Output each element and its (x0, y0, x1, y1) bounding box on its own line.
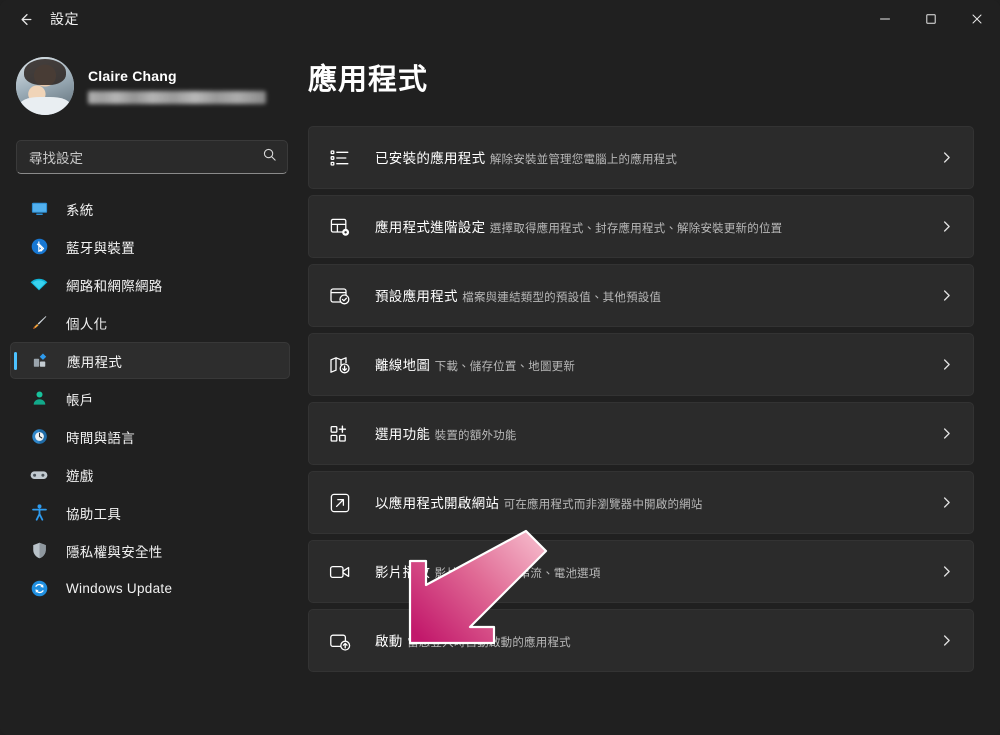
search-placeholder: 尋找設定 (29, 151, 83, 166)
open-websites-icon (327, 490, 353, 516)
gamepad-icon (28, 464, 50, 486)
search-icon (262, 147, 277, 167)
back-button[interactable] (8, 4, 42, 34)
sidebar-item-label: 個人化 (66, 316, 108, 332)
title-bar: 設定 (0, 0, 1000, 38)
card-subtitle: 裝置的額外功能 (434, 430, 517, 442)
settings-card-advanced-app-settings[interactable]: 應用程式進階設定 選擇取得應用程式、封存應用程式、解除安裝更新的位置 (308, 195, 974, 258)
sidebar-nav: 系統 藍牙與裝置 網路和網際網路 個人化 應用程式 帳戶 時間與語言 遊戲 協助… (10, 190, 290, 607)
avatar (16, 57, 74, 115)
paintbrush-icon (28, 312, 50, 334)
card-title: 影片播放 (375, 565, 431, 580)
update-icon (28, 578, 50, 600)
settings-card-open-websites[interactable]: 以應用程式開啟網站 可在應用程式而非瀏覽器中開啟的網站 (308, 471, 974, 534)
sidebar-item-privacy-security[interactable]: 隱私權與安全性 (10, 532, 290, 569)
card-subtitle: 解除安裝並管理您電腦上的應用程式 (489, 154, 678, 166)
shield-icon (28, 540, 50, 562)
card-title: 啟動 (375, 634, 403, 649)
card-title: 選用功能 (375, 427, 431, 442)
sidebar-item-label: 應用程式 (67, 354, 123, 370)
optional-features-icon (327, 421, 353, 447)
search-input[interactable]: 尋找設定 (16, 140, 288, 174)
apps-icon (29, 350, 51, 372)
settings-window: 設定 Claire Chang 尋找設定 系統 藍牙與裝置 網路和網際網路 個人… (0, 0, 1000, 735)
settings-card-offline-maps[interactable]: 離線地圖 下載、儲存位置、地圖更新 (308, 333, 974, 396)
sidebar-item-gaming[interactable]: 遊戲 (10, 456, 290, 493)
settings-card-installed-apps[interactable]: 已安裝的應用程式 解除安裝並管理您電腦上的應用程式 (308, 126, 974, 189)
accessibility-icon (28, 502, 50, 524)
window-controls (862, 0, 1000, 38)
advanced-app-settings-icon (327, 214, 353, 240)
card-subtitle: 選擇取得應用程式、封存應用程式、解除安裝更新的位置 (489, 223, 783, 235)
chevron-right-icon[interactable] (933, 214, 959, 240)
main-content: 應用程式 已安裝的應用程式 解除安裝並管理您電腦上的應用程式 應用程式進階設定 … (300, 38, 1000, 735)
account-icon (28, 388, 50, 410)
profile-email-redacted (88, 91, 266, 104)
maximize-button[interactable] (908, 0, 954, 38)
sidebar-item-label: 遊戲 (66, 468, 94, 484)
card-subtitle: 可在應用程式而非瀏覽器中開啟的網站 (503, 499, 703, 511)
close-button[interactable] (954, 0, 1000, 38)
chevron-right-icon[interactable] (933, 628, 959, 654)
card-subtitle: 影片調整、HDR串流、電池選項 (434, 568, 601, 580)
chevron-right-icon[interactable] (933, 490, 959, 516)
settings-card-startup[interactable]: 啟動 當您登入時自動啟動的應用程式 (308, 609, 974, 672)
sidebar-item-system[interactable]: 系統 (10, 190, 290, 227)
clock-icon (28, 426, 50, 448)
settings-card-video-playback[interactable]: 影片播放 影片調整、HDR串流、電池選項 (308, 540, 974, 603)
sidebar-item-label: 藍牙與裝置 (66, 240, 135, 256)
sidebar-item-label: 時間與語言 (66, 430, 135, 446)
card-subtitle: 檔案與連結類型的預設值、其他預設值 (462, 292, 662, 304)
startup-icon (327, 628, 353, 654)
chevron-right-icon[interactable] (933, 559, 959, 585)
app-title: 設定 (50, 11, 79, 27)
sidebar-item-label: 協助工具 (66, 506, 122, 522)
settings-card-optional-features[interactable]: 選用功能 裝置的額外功能 (308, 402, 974, 465)
sidebar-item-windows-update[interactable]: Windows Update (10, 570, 290, 607)
bluetooth-icon (28, 236, 50, 258)
sidebar-item-accessibility[interactable]: 協助工具 (10, 494, 290, 531)
card-title: 離線地圖 (375, 358, 431, 373)
chevron-right-icon[interactable] (933, 421, 959, 447)
card-title: 已安裝的應用程式 (375, 151, 486, 166)
card-subtitle: 當您登入時自動啟動的應用程式 (407, 637, 571, 649)
user-profile[interactable]: Claire Chang (10, 50, 290, 122)
profile-name: Claire Chang (88, 68, 177, 84)
sidebar-item-network[interactable]: 網路和網際網路 (10, 266, 290, 303)
sidebar: Claire Chang 尋找設定 系統 藍牙與裝置 網路和網際網路 個人化 應… (0, 38, 300, 735)
system-icon (28, 198, 50, 220)
chevron-right-icon[interactable] (933, 283, 959, 309)
settings-card-default-apps[interactable]: 預設應用程式 檔案與連結類型的預設值、其他預設值 (308, 264, 974, 327)
sidebar-item-time-language[interactable]: 時間與語言 (10, 418, 290, 455)
sidebar-item-personalization[interactable]: 個人化 (10, 304, 290, 341)
default-apps-icon (327, 283, 353, 309)
video-playback-icon (327, 559, 353, 585)
card-title: 應用程式進階設定 (375, 220, 486, 235)
sidebar-item-apps[interactable]: 應用程式 (10, 342, 290, 379)
sidebar-item-label: 系統 (66, 202, 94, 218)
page-title: 應用程式 (308, 64, 429, 96)
card-subtitle: 下載、儲存位置、地圖更新 (434, 361, 576, 373)
installed-apps-list-icon (327, 145, 353, 171)
chevron-right-icon[interactable] (933, 352, 959, 378)
chevron-right-icon[interactable] (933, 145, 959, 171)
sidebar-item-bluetooth[interactable]: 藍牙與裝置 (10, 228, 290, 265)
sidebar-item-accounts[interactable]: 帳戶 (10, 380, 290, 417)
sidebar-item-label: Windows Update (66, 581, 173, 596)
sidebar-item-label: 隱私權與安全性 (66, 544, 163, 560)
minimize-button[interactable] (862, 0, 908, 38)
card-title: 以應用程式開啟網站 (375, 496, 500, 511)
wifi-icon (28, 274, 50, 296)
sidebar-item-label: 網路和網際網路 (66, 278, 163, 294)
settings-card-list: 已安裝的應用程式 解除安裝並管理您電腦上的應用程式 應用程式進階設定 選擇取得應… (308, 126, 974, 672)
offline-maps-icon (327, 352, 353, 378)
card-title: 預設應用程式 (375, 289, 458, 304)
sidebar-item-label: 帳戶 (66, 392, 94, 408)
